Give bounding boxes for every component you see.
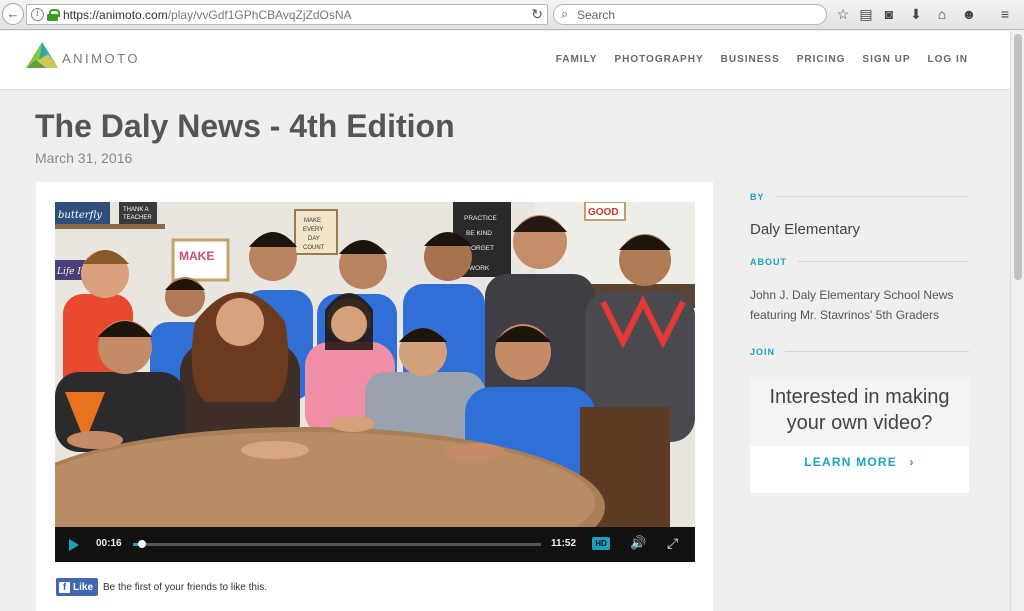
pocket-icon[interactable]: ◙	[880, 4, 898, 24]
about-divider	[798, 261, 969, 262]
chevron-right-icon: ›	[909, 455, 915, 469]
practice-line-4: WORK	[469, 265, 490, 272]
medc-line-2: EVERY	[303, 227, 323, 233]
join-label: JOIN	[750, 347, 776, 357]
video-still: butterfly THANK A TEACHER Life In MAKE M…	[55, 202, 695, 542]
play-icon[interactable]	[69, 539, 79, 551]
fullscreen-icon[interactable]: ⤢	[667, 535, 678, 552]
join-divider	[785, 351, 969, 352]
video-card: butterfly THANK A TEACHER Life In MAKE M…	[36, 182, 713, 611]
make-sign-text: MAKE	[179, 249, 214, 263]
butterfly-sign-text: butterfly	[58, 210, 102, 221]
medc-line-1: MAKE	[304, 218, 321, 224]
about-text: John J. Daly Elementary School News feat…	[750, 288, 954, 322]
video-controls: 00:16 11:52 HD 🔊 ⤢	[55, 527, 695, 562]
page-date: March 31, 2016	[35, 150, 133, 166]
medc-line-4: COUNT	[303, 245, 325, 251]
site-nav: FAMILY PHOTOGRAPHY BUSINESS PRICING SIGN…	[556, 54, 968, 65]
bookmark-star-icon[interactable]: ☆	[834, 4, 852, 24]
home-icon[interactable]: ⌂	[933, 4, 951, 24]
about-label: ABOUT	[750, 257, 787, 267]
nav-photography[interactable]: PHOTOGRAPHY	[614, 54, 703, 65]
facebook-like-prompt: Be the first of your friends to like thi…	[103, 581, 267, 593]
scroll-thumb[interactable]	[1014, 34, 1022, 280]
reading-list-icon[interactable]: ▤	[857, 4, 875, 24]
reload-icon[interactable]: ↻	[531, 6, 543, 23]
volume-icon[interactable]: 🔊	[630, 535, 646, 551]
by-divider	[776, 196, 969, 197]
nav-family[interactable]: FAMILY	[556, 54, 598, 65]
url-text[interactable]: https://animoto.com/play/vvGdf1GPhCBAvqZ…	[63, 8, 352, 22]
facebook-like-row: f Like Be the first of your friends to l…	[56, 578, 267, 596]
chat-icon[interactable]: ☻	[960, 4, 978, 24]
facebook-icon: f	[59, 581, 70, 593]
author-name[interactable]: Daly Elementary	[750, 221, 860, 238]
practice-line-1: PRACTICE	[464, 215, 498, 222]
lock-icon	[47, 9, 60, 21]
url-main: https://animoto.com	[63, 8, 168, 22]
animoto-logo-icon[interactable]	[26, 42, 58, 70]
join-box: Interested in making your own video? LEA…	[750, 377, 969, 493]
download-icon[interactable]: ⬇	[907, 4, 925, 24]
search-icon: ⌕	[561, 6, 569, 21]
medc-line-3: DAY	[308, 236, 320, 242]
facebook-like-button[interactable]: f Like	[56, 578, 99, 596]
current-time: 00:16	[96, 538, 122, 549]
browser-toolbar: ← i https://animoto.com/play/vvGdf1GPhCB…	[0, 0, 1024, 30]
learn-more-button[interactable]: LEARN MORE ›	[750, 455, 969, 469]
brand-name[interactable]: ANIMOTO	[62, 51, 140, 66]
menu-icon[interactable]: ≡	[996, 4, 1014, 24]
hd-toggle[interactable]: HD	[592, 537, 610, 550]
nav-sign-up[interactable]: SIGN UP	[862, 54, 910, 65]
nav-business[interactable]: BUSINESS	[721, 54, 780, 65]
thank-teacher-line-2: TEACHER	[123, 215, 152, 221]
browser-search-box[interactable]: ⌕	[553, 4, 827, 25]
progress-bar[interactable]	[133, 540, 541, 548]
progress-handle[interactable]	[137, 540, 146, 548]
browser-search-input[interactable]	[577, 6, 817, 23]
url-path: /play/vvGdf1GPhCBAvqZjZdOsNA	[167, 8, 352, 22]
practice-line-2: BE KIND	[466, 230, 492, 237]
thank-teacher-line-1: THANK A	[123, 207, 149, 213]
back-icon[interactable]: ←	[2, 3, 24, 25]
join-heading: Interested in making your own video?	[750, 377, 969, 446]
good-sign-text: GOOD	[588, 207, 619, 218]
facebook-like-label: Like	[73, 581, 94, 593]
page-scrollbar[interactable]	[1010, 31, 1024, 611]
video-frame[interactable]: butterfly THANK A TEACHER Life In MAKE M…	[55, 202, 695, 542]
info-icon[interactable]: i	[31, 8, 44, 21]
url-bar[interactable]: i https://animoto.com/play/vvGdf1GPhCBAv…	[26, 4, 548, 25]
by-label: BY	[750, 192, 765, 202]
learn-more-label: LEARN MORE	[804, 455, 897, 469]
page-title: The Daly News - 4th Edition	[35, 108, 455, 144]
site-header: ANIMOTO FAMILY PHOTOGRAPHY BUSINESS PRIC…	[0, 31, 1010, 90]
nav-pricing[interactable]: PRICING	[797, 54, 846, 65]
nav-log-in[interactable]: LOG IN	[928, 54, 968, 65]
total-time: 11:52	[551, 538, 577, 549]
